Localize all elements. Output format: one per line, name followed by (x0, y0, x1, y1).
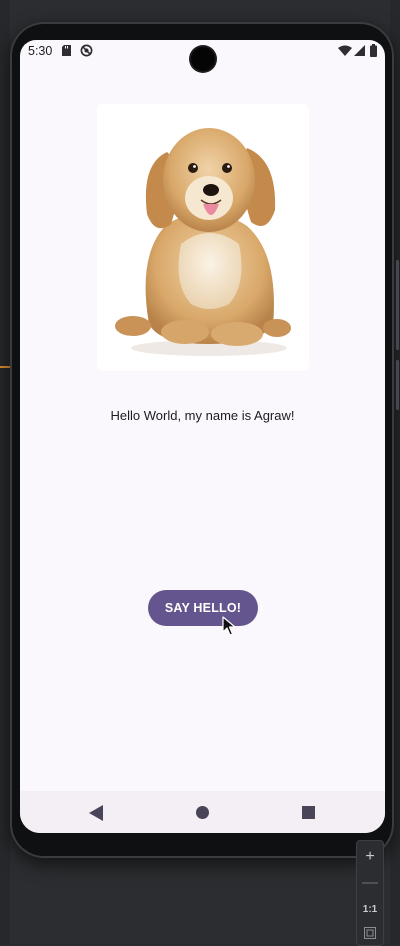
dog-image (97, 104, 309, 371)
recents-icon[interactable] (302, 806, 315, 819)
navigation-bar (20, 791, 385, 833)
zoom-fit-icon[interactable] (357, 921, 383, 945)
sync-disabled-icon (80, 44, 93, 57)
say-hello-button[interactable]: SAY HELLO! (148, 590, 258, 626)
ide-left-toolbar (0, 0, 10, 944)
status-bar: 5:30 (20, 40, 385, 71)
zoom-in-button[interactable]: + (357, 845, 383, 869)
front-camera (191, 47, 215, 71)
greeting-text: Hello World, my name is Agraw! (110, 408, 295, 423)
wifi-icon (338, 45, 352, 56)
home-icon[interactable] (196, 806, 209, 819)
mouse-cursor-icon (222, 616, 236, 636)
status-time: 5:30 (28, 44, 53, 58)
battery-icon (370, 44, 377, 57)
zoom-out-button[interactable]: — (357, 871, 383, 895)
power-button[interactable] (396, 260, 399, 350)
zoom-reset-button[interactable]: 1:1 (357, 897, 383, 921)
volume-button[interactable] (396, 360, 399, 410)
ide-splitter-accent (0, 366, 10, 368)
dog-illustration (115, 128, 291, 356)
signal-icon (354, 45, 365, 56)
sd-card-icon (62, 45, 71, 56)
emulator-zoom-controls: + — 1:1 (356, 840, 384, 946)
device-screen: 5:30 Hello World, my name is Agraw! SAY … (20, 40, 385, 833)
back-icon[interactable] (89, 805, 103, 821)
